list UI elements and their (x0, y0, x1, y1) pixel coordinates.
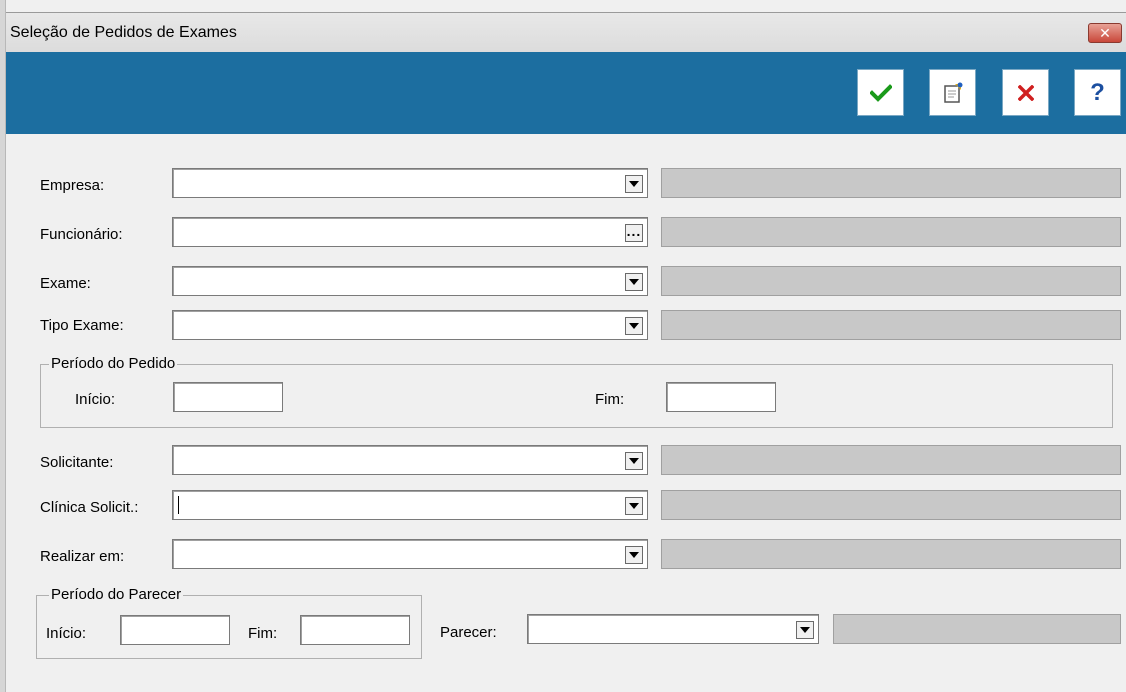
form-area: Empresa: Funcionário: ... Exame: Tipo Ex… (6, 134, 1126, 692)
dialog-window: Seleção de Pedidos de Exames ✕ ? Empresa… (0, 0, 1126, 692)
tipo-exame-dropdown-button[interactable] (625, 317, 643, 335)
checkmark-icon (869, 83, 892, 102)
clinica-solicit-dropdown-button[interactable] (625, 497, 643, 515)
periodo-pedido-legend: Período do Pedido (49, 355, 178, 372)
parecer-label: Parecer: (440, 624, 497, 641)
clinica-solicit-label: Clínica Solicit.: (40, 499, 139, 516)
pedido-inicio-label: Início: (75, 391, 116, 408)
solicitante-combo[interactable] (172, 445, 648, 475)
parecer-inicio-input[interactable] (120, 615, 230, 645)
close-button[interactable]: ✕ (1088, 23, 1122, 43)
confirm-button[interactable] (857, 69, 904, 116)
chevron-down-icon (800, 627, 810, 633)
solicitante-dropdown-button[interactable] (625, 452, 643, 470)
realizar-em-combo[interactable] (172, 539, 648, 569)
exame-description (661, 266, 1121, 296)
notepad-icon (943, 82, 962, 103)
solicitante-description (661, 445, 1121, 475)
chevron-down-icon (629, 279, 639, 285)
exame-combo[interactable] (172, 266, 648, 296)
window-title: Seleção de Pedidos de Exames (10, 24, 237, 41)
parecer-dropdown-button[interactable] (796, 621, 814, 639)
empresa-dropdown-button[interactable] (625, 175, 643, 193)
text-cursor (178, 496, 179, 514)
chevron-down-icon (629, 552, 639, 558)
close-icon: ✕ (1099, 25, 1111, 41)
empresa-label: Empresa: (40, 177, 105, 194)
tipo-exame-label: Tipo Exame: (40, 317, 124, 334)
parecer-combo[interactable] (527, 614, 819, 644)
empresa-description (661, 168, 1121, 198)
cancel-button[interactable] (1002, 69, 1049, 116)
chevron-down-icon (629, 181, 639, 187)
tipo-exame-combo[interactable] (172, 310, 648, 340)
title-bar: Seleção de Pedidos de Exames ✕ (6, 12, 1126, 52)
empresa-combo[interactable] (172, 168, 648, 198)
parecer-fim-input[interactable] (300, 615, 410, 645)
solicitante-label: Solicitante: (40, 454, 114, 471)
tipo-exame-description (661, 310, 1121, 340)
funcionario-description (661, 217, 1121, 247)
clinica-solicit-description (661, 490, 1121, 520)
pedido-fim-label: Fim: (595, 391, 625, 408)
chevron-down-icon (629, 323, 639, 329)
periodo-parecer-group: Período do Parecer Início: Fim: (36, 586, 422, 659)
funcionario-label: Funcionário: (40, 226, 123, 243)
toolbar: ? (6, 52, 1126, 134)
realizar-em-label: Realizar em: (40, 548, 125, 565)
question-icon: ? (1090, 78, 1105, 106)
exame-label: Exame: (40, 275, 91, 292)
ellipsis-icon: ... (626, 223, 642, 239)
realizar-em-description (661, 539, 1121, 569)
pedido-fim-input[interactable] (666, 382, 776, 412)
periodo-parecer-legend: Período do Parecer (49, 586, 184, 603)
parecer-description (833, 614, 1121, 644)
funcionario-field[interactable]: ... (172, 217, 648, 247)
realizar-em-dropdown-button[interactable] (625, 546, 643, 564)
help-button[interactable]: ? (1074, 69, 1121, 116)
parecer-inicio-label: Início: (46, 625, 87, 642)
funcionario-lookup-button[interactable]: ... (625, 224, 643, 242)
exame-dropdown-button[interactable] (625, 273, 643, 291)
chevron-down-icon (629, 458, 639, 464)
clinica-solicit-combo[interactable] (172, 490, 648, 520)
chevron-down-icon (629, 503, 639, 509)
x-icon (1017, 84, 1034, 101)
pedido-inicio-input[interactable] (173, 382, 283, 412)
notes-button[interactable] (929, 69, 976, 116)
periodo-pedido-group: Período do Pedido Início: Fim: (40, 355, 1113, 428)
parecer-fim-label: Fim: (248, 625, 278, 642)
